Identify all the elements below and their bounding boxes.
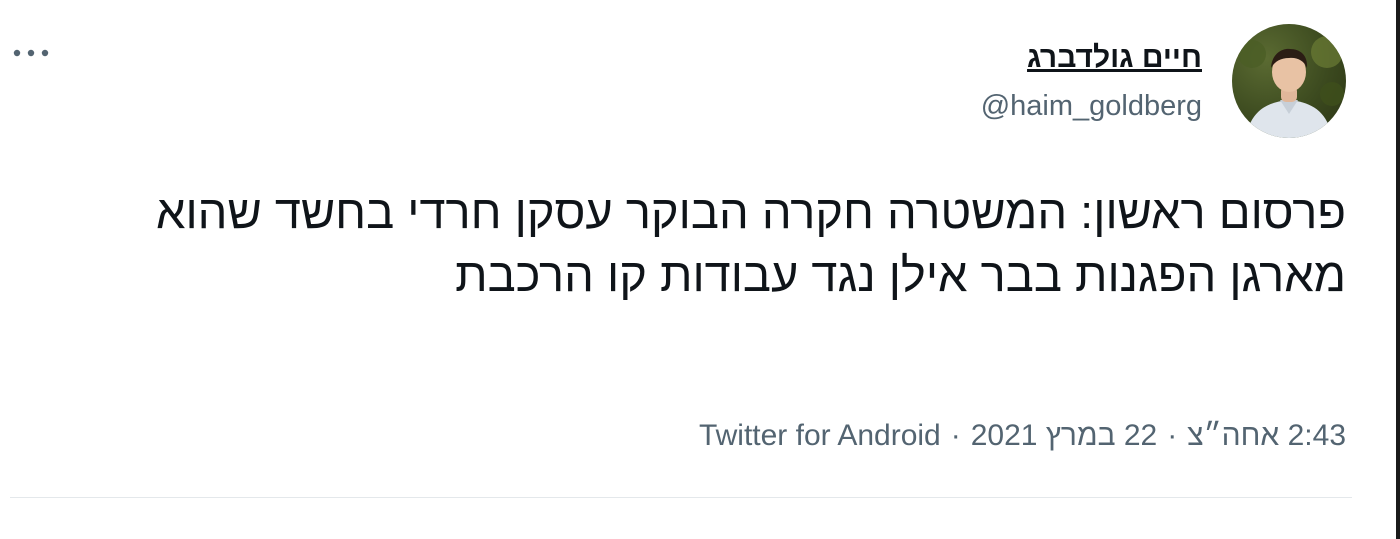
meta-separator: ·: [950, 419, 961, 452]
window-edge: [1396, 0, 1400, 539]
tweet-time[interactable]: 2:43 אחה״צ: [1187, 419, 1346, 452]
meta-separator: ·: [1167, 419, 1178, 452]
tweet-source[interactable]: Twitter for Android: [699, 419, 941, 452]
divider: [10, 497, 1352, 498]
tweet-meta: 2:43 אחה״צ · 22 במרץ 2021 · Twitter for Andr…: [56, 414, 1346, 458]
avatar[interactable]: [1232, 24, 1346, 138]
tweet-date[interactable]: 22 במרץ 2021: [971, 419, 1158, 452]
more-options-button[interactable]: [10, 38, 52, 68]
more-horizontal-icon: [13, 49, 49, 57]
tweet-card: חיים גולדברג @haim_goldberg פרסום ראשון:…: [0, 0, 1400, 539]
user-info: חיים גולדברג @haim_goldberg: [782, 38, 1202, 124]
display-name[interactable]: חיים גולדברג: [782, 38, 1202, 78]
tweet-text: פרסום ראשון: המשטרה חקרה הבוקר עסקן חרדי…: [155, 185, 1346, 301]
user-handle[interactable]: @haim_goldberg: [782, 88, 1202, 124]
avatar-image: [1238, 36, 1344, 138]
